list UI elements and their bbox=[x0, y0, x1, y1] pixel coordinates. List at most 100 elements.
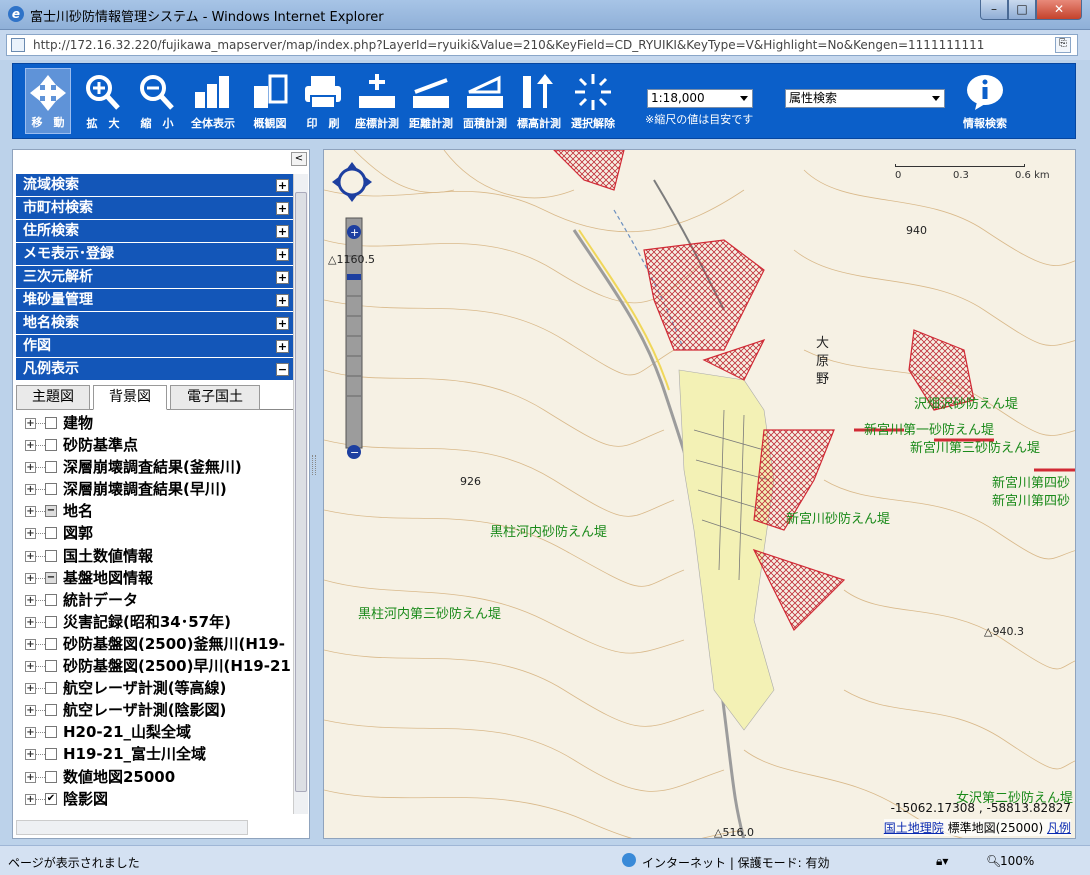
expand-icon[interactable]: + bbox=[276, 294, 289, 307]
layer-item: + 深層崩壊調査結果(早川) bbox=[16, 478, 294, 500]
accordion-item[interactable]: メモ表示･登録 + bbox=[16, 243, 294, 266]
expand-icon[interactable]: + bbox=[25, 484, 36, 496]
tool-label: 縮 小 bbox=[140, 117, 174, 130]
expand-icon[interactable]: + bbox=[25, 594, 36, 606]
expand-icon[interactable]: + bbox=[25, 705, 36, 717]
layer-checkbox[interactable] bbox=[45, 770, 57, 783]
accordion-label: 凡例表示 bbox=[23, 361, 79, 377]
accordion-item[interactable]: 凡例表示 − bbox=[16, 358, 294, 381]
layer-checkbox[interactable] bbox=[45, 704, 57, 717]
tool-label: 移 動 bbox=[31, 116, 65, 129]
tool-info-search[interactable]: 情報検索 bbox=[957, 68, 1013, 134]
map-label: 黒柱河内第三砂防えん堤 bbox=[358, 607, 502, 622]
layer-checkbox[interactable] bbox=[45, 483, 57, 496]
layer-checkbox[interactable] bbox=[45, 461, 57, 474]
expand-icon[interactable]: + bbox=[276, 248, 289, 261]
expand-icon[interactable]: + bbox=[25, 661, 36, 673]
print-icon bbox=[305, 76, 341, 109]
expand-icon[interactable]: + bbox=[25, 550, 36, 562]
scrollbar-thumb[interactable] bbox=[295, 192, 307, 792]
protected-mode-icon[interactable]: 🔒︎▾ bbox=[936, 854, 948, 869]
layer-checkbox[interactable] bbox=[45, 527, 57, 540]
gsi-link[interactable]: 国土地理院 bbox=[884, 821, 944, 835]
expand-icon[interactable]: + bbox=[276, 179, 289, 192]
status-text: ページが表示されました bbox=[8, 856, 140, 870]
layer-checkbox[interactable] bbox=[45, 417, 57, 429]
expand-icon[interactable]: + bbox=[25, 793, 36, 805]
layer-item: + − 地名 bbox=[16, 500, 294, 522]
layer-checkbox[interactable] bbox=[45, 660, 57, 673]
expand-icon[interactable]: + bbox=[25, 506, 36, 518]
compatibility-view-icon[interactable]: ⎘ bbox=[1055, 37, 1071, 53]
tool-overview[interactable]: 概観図 bbox=[245, 68, 295, 134]
accordion-item[interactable]: 住所検索 + bbox=[16, 220, 294, 243]
accordion-label: 三次元解析 bbox=[23, 269, 93, 285]
tool-full-extent[interactable]: 全体表示 bbox=[187, 68, 239, 134]
accordion-item[interactable]: 作図 + bbox=[16, 335, 294, 358]
accordion-item[interactable]: 流域検索 + bbox=[16, 174, 294, 197]
expand-icon[interactable]: + bbox=[25, 572, 36, 584]
tool-distance-measure[interactable]: 距離計測 bbox=[405, 68, 457, 134]
tool-print[interactable]: 印 刷 bbox=[299, 68, 347, 134]
layer-checkbox[interactable] bbox=[45, 682, 57, 695]
accordion-item[interactable]: 地名検索 + bbox=[16, 312, 294, 335]
expand-icon[interactable]: + bbox=[25, 771, 36, 783]
collapse-panel-button[interactable]: < bbox=[291, 152, 307, 166]
expand-icon[interactable]: + bbox=[276, 202, 289, 215]
tool-elevation-measure[interactable]: 標高計測 bbox=[513, 68, 565, 134]
tab-denshi-kokudo[interactable]: 電子国土 bbox=[170, 385, 260, 410]
accordion-item[interactable]: 三次元解析 + bbox=[16, 266, 294, 289]
layer-checkbox[interactable] bbox=[45, 593, 57, 606]
layer-checkbox[interactable]: − bbox=[45, 505, 57, 518]
search-accordion: 流域検索 + 市町村検索 + 住所検索 + メモ表示･登録 + 三次元解析 + 堆砂量管理… bbox=[16, 174, 294, 381]
collapse-icon[interactable]: − bbox=[276, 363, 289, 376]
layer-checkbox[interactable]: ✔ bbox=[45, 792, 57, 805]
layer-checkbox[interactable] bbox=[45, 439, 57, 452]
minimize-button[interactable]: – bbox=[980, 0, 1008, 20]
expand-icon[interactable]: + bbox=[25, 528, 36, 540]
expand-icon[interactable]: + bbox=[276, 317, 289, 330]
legend-link[interactable]: 凡例 bbox=[1047, 821, 1071, 835]
vertical-scrollbar[interactable] bbox=[293, 174, 308, 814]
tab-theme-map[interactable]: 主題図 bbox=[16, 385, 90, 410]
accordion-item[interactable]: 市町村検索 + bbox=[16, 197, 294, 220]
layer-checkbox[interactable] bbox=[45, 615, 57, 628]
tool-label: 全体表示 bbox=[191, 117, 235, 130]
attribute-search-select[interactable]: 属性検索 bbox=[785, 89, 945, 108]
panel-splitter[interactable] bbox=[312, 455, 316, 475]
horizontal-scrollbar[interactable] bbox=[16, 820, 248, 835]
tool-coordinate-measure[interactable]: 座標計測 bbox=[351, 68, 403, 134]
expand-icon[interactable]: + bbox=[276, 340, 289, 353]
expand-icon[interactable]: + bbox=[276, 271, 289, 284]
layer-checkbox[interactable] bbox=[45, 748, 57, 761]
expand-icon[interactable]: + bbox=[25, 727, 36, 739]
close-button[interactable]: ✕ bbox=[1036, 0, 1082, 20]
tool-zoom-in[interactable]: 拡 大 bbox=[79, 68, 127, 134]
expand-icon[interactable]: + bbox=[276, 225, 289, 238]
layer-label: 深層崩壊調査結果(早川) bbox=[63, 480, 227, 499]
layer-checkbox[interactable]: − bbox=[45, 571, 57, 584]
accordion-item[interactable]: 堆砂量管理 + bbox=[16, 289, 294, 312]
maximize-button[interactable]: □ bbox=[1008, 0, 1036, 20]
tool-area-measure[interactable]: 面積計測 bbox=[459, 68, 511, 134]
layer-checkbox[interactable] bbox=[45, 637, 57, 650]
tool-move[interactable]: 移 動 bbox=[25, 68, 71, 134]
layer-label: 深層崩壊調査結果(釜無川) bbox=[63, 458, 242, 477]
expand-icon[interactable]: + bbox=[25, 418, 36, 429]
address-field[interactable]: http://172.16.32.220/fujikawa_mapserver/… bbox=[6, 34, 1078, 56]
tab-background-map[interactable]: 背景図 bbox=[93, 385, 167, 410]
expand-icon[interactable]: + bbox=[25, 749, 36, 761]
expand-icon[interactable]: + bbox=[25, 462, 36, 474]
expand-icon[interactable]: + bbox=[25, 440, 36, 452]
tool-clear-selection[interactable]: 選択解除 bbox=[567, 68, 619, 134]
expand-icon[interactable]: + bbox=[25, 638, 36, 650]
map-view[interactable]: 0 0.3 0.6 km + − 沢畑沢砂防えん堤 新宮川第一砂防えん堤 新宮川… bbox=[323, 149, 1076, 839]
tool-zoom-out[interactable]: 縮 小 bbox=[133, 68, 181, 134]
scale-select[interactable]: 1:18,000 bbox=[647, 89, 753, 108]
expand-icon[interactable]: + bbox=[25, 616, 36, 628]
layer-checkbox[interactable] bbox=[45, 726, 57, 739]
expand-icon[interactable]: + bbox=[25, 683, 36, 695]
zoom-level[interactable]: 100% bbox=[1000, 854, 1034, 868]
layer-checkbox[interactable] bbox=[45, 549, 57, 562]
layer-item: + ✔ 陰影図 bbox=[16, 788, 294, 810]
